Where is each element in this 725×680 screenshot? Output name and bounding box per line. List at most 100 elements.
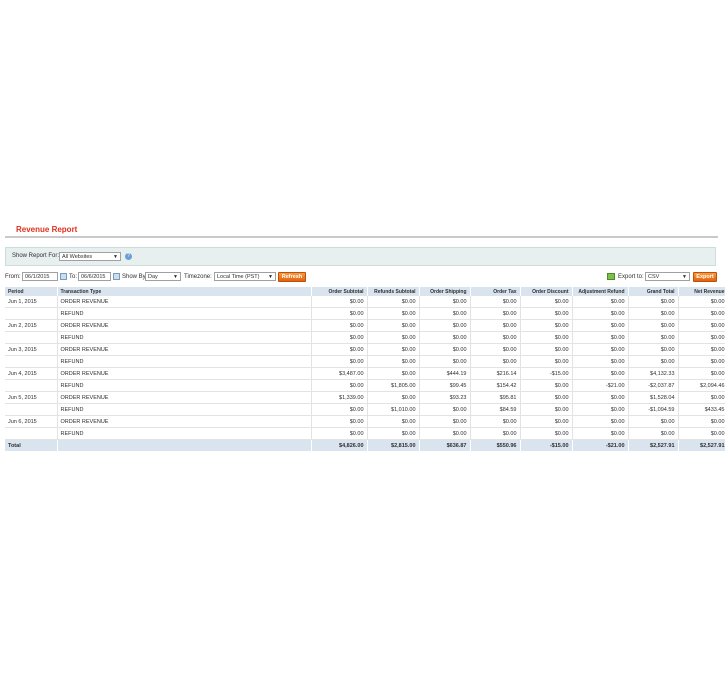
question-circle-icon[interactable]: ? xyxy=(125,253,132,260)
table-cell: $0.00 xyxy=(419,296,471,308)
table-row: REFUND $0.00 $1,010.00 $0.00 $84.59 $0.00 $0.0… xyxy=(5,403,725,416)
table-cell: $1,805.00 xyxy=(367,379,420,392)
column-header[interactable]: Grand Total xyxy=(628,287,679,296)
table-cell: $0.00 xyxy=(470,331,521,344)
column-header[interactable]: Net Revenue xyxy=(678,287,725,296)
table-cell: $0.00 xyxy=(311,307,368,320)
calendar-icon[interactable] xyxy=(60,273,67,280)
table-cell: $1,528.04 xyxy=(628,391,679,404)
table-cell: $0.00 xyxy=(520,415,573,428)
table-cell: $0.00 xyxy=(628,307,679,320)
table-cell: $0.00 xyxy=(678,391,725,404)
table-cell: $0.00 xyxy=(520,319,573,332)
table-cell: $0.00 xyxy=(311,343,368,356)
table-cell: $0.00 xyxy=(572,427,629,440)
column-header[interactable]: Transaction Type xyxy=(57,287,312,296)
chevron-down-icon: ▼ xyxy=(173,274,178,280)
table-cell: $0.00 xyxy=(678,296,725,308)
table-cell: $0.00 xyxy=(311,331,368,344)
table-cell: $0.00 xyxy=(628,415,679,428)
table-cell: $0.00 xyxy=(311,355,368,368)
column-header[interactable]: Adjustment Refund xyxy=(572,287,629,296)
table-cell: REFUND xyxy=(57,307,312,320)
timezone-value: Local Time (PST) xyxy=(217,274,260,280)
column-header[interactable]: Order Shipping xyxy=(419,287,471,296)
export-button[interactable]: Export xyxy=(693,272,717,282)
table-row: REFUND $0.00 $1,805.00 $99.45 $154.42 $0.00 -$… xyxy=(5,379,725,392)
column-header[interactable]: Period xyxy=(5,287,58,296)
table-cell: $0.00 xyxy=(678,367,725,380)
timezone-select[interactable]: Local Time (PST) ▼ xyxy=(214,272,276,281)
from-date-input[interactable]: 06/1/2015 xyxy=(22,272,58,281)
table-cell: $84.59 xyxy=(470,403,521,416)
total-cell: $2,527.91 xyxy=(678,439,725,451)
total-cell: Total xyxy=(5,439,58,451)
table-cell: $0.00 xyxy=(419,403,471,416)
table-cell: $0.00 xyxy=(572,415,629,428)
table-cell: $95.81 xyxy=(470,391,521,404)
table-cell: $3,487.00 xyxy=(311,367,368,380)
table-cell: $0.00 xyxy=(572,296,629,308)
table-cell: $0.00 xyxy=(572,391,629,404)
table-cell: Jun 6, 2015 xyxy=(5,415,58,428)
table-cell: Jun 4, 2015 xyxy=(5,367,58,380)
table-cell: $0.00 xyxy=(419,355,471,368)
table-cell: Jun 2, 2015 xyxy=(5,319,58,332)
table-cell: -$21.00 xyxy=(572,379,629,392)
table-cell: $0.00 xyxy=(628,343,679,356)
table-cell: $0.00 xyxy=(470,296,521,308)
table-cell: $0.00 xyxy=(311,403,368,416)
table-cell: $0.00 xyxy=(520,343,573,356)
table-cell: $444.19 xyxy=(419,367,471,380)
table-row: REFUND $0.00 $0.00 $0.00 $0.00 $0.00 $0.00 $0.0… xyxy=(5,355,725,368)
table-cell: $0.00 xyxy=(367,367,420,380)
table-cell: $0.00 xyxy=(678,331,725,344)
table-cell: $0.00 xyxy=(572,367,629,380)
table-cell: Jun 5, 2015 xyxy=(5,391,58,404)
table-cell: $0.00 xyxy=(367,331,420,344)
show-by-value: Day xyxy=(148,274,158,280)
export-label: Export to: xyxy=(618,274,644,280)
table-cell: $0.00 xyxy=(367,427,420,440)
table-cell: $0.00 xyxy=(470,415,521,428)
to-label: To: xyxy=(69,274,78,280)
table-cell: $1,010.00 xyxy=(367,403,420,416)
table-cell: Jun 1, 2015 xyxy=(5,296,58,308)
table-cell: $0.00 xyxy=(520,391,573,404)
store-switcher-select[interactable]: All Websites ▼ xyxy=(59,252,121,261)
table-cell: $0.00 xyxy=(678,415,725,428)
table-cell: $0.00 xyxy=(419,307,471,320)
table-cell: -$2,037.87 xyxy=(628,379,679,392)
report-filter-row: From: 06/1/2015 To: 06/6/2015 Show By: D… xyxy=(5,272,718,284)
from-label: From: xyxy=(5,274,21,280)
table-cell: $93.23 xyxy=(419,391,471,404)
column-header[interactable]: Order Tax xyxy=(470,287,521,296)
calendar-icon[interactable] xyxy=(113,273,120,280)
table-cell: $0.00 xyxy=(419,343,471,356)
refresh-button[interactable]: Refresh xyxy=(278,272,306,282)
chevron-down-icon: ▼ xyxy=(682,274,687,280)
table-cell: $0.00 xyxy=(678,343,725,356)
table-cell: ORDER REVENUE xyxy=(57,367,312,380)
column-header[interactable]: Refunds Subtotal xyxy=(367,287,420,296)
table-cell: REFUND xyxy=(57,427,312,440)
table-cell xyxy=(5,427,58,440)
table-cell xyxy=(5,403,58,416)
table-cell: ORDER REVENUE xyxy=(57,415,312,428)
column-header[interactable]: Order Subtotal xyxy=(311,287,368,296)
column-header[interactable]: Order Discount xyxy=(520,287,573,296)
table-cell: $0.00 xyxy=(520,296,573,308)
table-cell: $0.00 xyxy=(520,403,573,416)
table-cell: $0.00 xyxy=(572,307,629,320)
export-format-select[interactable]: CSV ▼ xyxy=(645,272,690,281)
table-cell: $0.00 xyxy=(367,296,420,308)
table-cell: REFUND xyxy=(57,355,312,368)
total-cell: -$15.00 xyxy=(520,439,573,451)
table-cell: REFUND xyxy=(57,331,312,344)
table-cell: $1,339.00 xyxy=(311,391,368,404)
timezone-label: Timezone: xyxy=(184,274,212,280)
chevron-down-icon: ▼ xyxy=(268,274,273,280)
show-by-select[interactable]: Day ▼ xyxy=(145,272,181,281)
title-divider xyxy=(5,236,718,238)
to-date-input[interactable]: 06/6/2015 xyxy=(78,272,111,281)
